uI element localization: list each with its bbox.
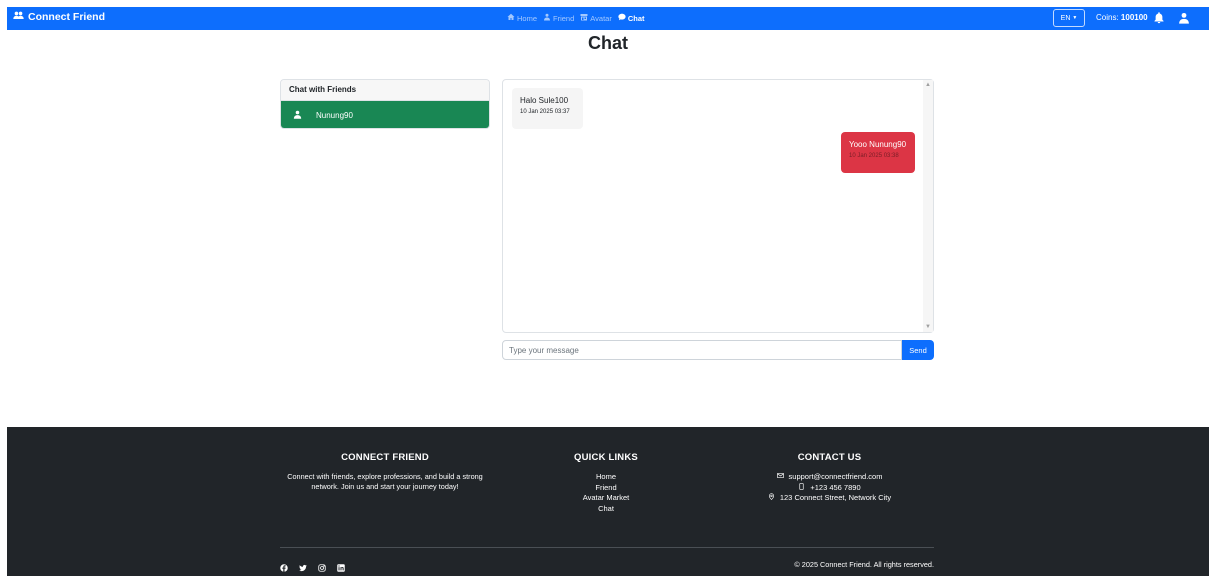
footer-about: CONNECT FRIEND Connect with friends, exp… <box>280 452 490 492</box>
linkedin-icon[interactable] <box>337 559 345 576</box>
nav-chat[interactable]: Chat <box>618 13 645 23</box>
footer-link-friend[interactable]: Friend <box>555 483 657 494</box>
coins-label: Coins: <box>1096 13 1119 22</box>
nav-friend-label: Friend <box>553 13 575 23</box>
nav-friend[interactable]: Friend <box>543 13 574 23</box>
store-icon <box>580 13 588 23</box>
phone-icon <box>798 482 805 494</box>
people-icon <box>13 10 24 24</box>
language-value: EN <box>1060 14 1071 22</box>
footer-contact-title: CONTACT US <box>797 452 862 463</box>
footer: CONNECT FRIEND Connect with friends, exp… <box>7 427 1209 576</box>
footer-divider <box>280 547 934 548</box>
person-icon <box>543 13 551 23</box>
nav-home[interactable]: Home <box>507 13 537 23</box>
footer-quick-links: QUICK LINKS Home Friend Avatar Market Ch… <box>555 452 657 514</box>
message-time: 10 Jan 2025 03:37 <box>520 109 570 115</box>
friend-name: Nunung90 <box>316 110 353 120</box>
footer-about-text: Connect with friends, explore profession… <box>287 472 483 491</box>
contact-address-text: 123 Connect Street, Network City <box>779 493 892 502</box>
envelope-icon <box>776 472 784 483</box>
nav-links: Home Friend Avatar Chat <box>507 13 645 23</box>
friends-header: Chat with Friends <box>281 80 489 101</box>
message-outgoing: Yooo Nunung90 10 Jan 2025 03:38 <box>841 132 915 173</box>
chat-bubble-icon <box>618 13 626 23</box>
friend-item-nunung90[interactable]: Nunung90 <box>281 101 489 128</box>
page: Connect Friend Home Friend Avatar Chat E… <box>7 0 1209 576</box>
footer-link-avatar-market[interactable]: Avatar Market <box>555 493 657 504</box>
bell-icon[interactable] <box>1153 11 1165 24</box>
footer-link-chat[interactable]: Chat <box>555 504 657 515</box>
message-text: Halo Sule100 <box>520 96 569 105</box>
contact-phone-text: +123 456 7890 <box>810 482 861 492</box>
navbar: Connect Friend Home Friend Avatar Chat E… <box>7 7 1209 30</box>
footer-link-home[interactable]: Home <box>555 472 657 483</box>
nav-avatar[interactable]: Avatar <box>580 13 612 23</box>
home-icon <box>507 13 515 23</box>
chat-scrollbar[interactable]: ▲ ▼ <box>923 80 933 332</box>
brand-link[interactable]: Connect Friend <box>13 10 105 24</box>
social-links <box>280 559 345 576</box>
brand-name: Connect Friend <box>28 11 106 23</box>
contact-email: support@connectfriend.com <box>732 472 927 483</box>
coins-display: Coins: 100100 <box>1096 13 1148 22</box>
nav-home-label: Home <box>517 13 538 23</box>
contact-phone: +123 456 7890 <box>732 483 927 494</box>
send-button[interactable]: Send <box>902 340 934 360</box>
chat-messages[interactable]: Halo Sule100 10 Jan 2025 03:37 Yooo Nunu… <box>502 79 934 333</box>
scroll-down-icon[interactable]: ▼ <box>925 324 931 330</box>
language-select[interactable]: EN ▼ <box>1053 9 1085 27</box>
copyright-text: © 2025 Connect Friend. All rights reserv… <box>794 560 934 569</box>
message-text: Yooo Nunung90 <box>849 140 907 149</box>
message-input[interactable] <box>502 340 902 360</box>
page-title: Chat <box>588 33 628 53</box>
contact-address: 123 Connect Street, Network City <box>732 493 927 504</box>
twitter-icon[interactable] <box>299 559 307 576</box>
location-pin-icon <box>768 493 775 504</box>
message-incoming: Halo Sule100 10 Jan 2025 03:37 <box>512 88 583 129</box>
footer-about-title: CONNECT FRIEND <box>341 452 429 463</box>
person-icon <box>293 110 302 121</box>
message-time: 10 Jan 2025 03:38 <box>849 153 899 159</box>
nav-avatar-label: Avatar <box>590 13 612 23</box>
coins-value: 100100 <box>1120 13 1148 22</box>
user-profile-icon[interactable] <box>1178 11 1190 24</box>
footer-links-title: QUICK LINKS <box>574 452 638 463</box>
facebook-icon[interactable] <box>280 559 288 576</box>
contact-email-text: support@connectfriend.com <box>788 472 883 481</box>
message-composer: Send <box>502 340 934 360</box>
chevron-down-icon: ▼ <box>1072 15 1078 21</box>
scroll-up-icon[interactable]: ▲ <box>925 82 931 88</box>
friends-panel: Chat with Friends Nunung90 <box>280 79 490 129</box>
footer-contact: CONTACT US support@connectfriend.com +12… <box>732 452 927 504</box>
instagram-icon[interactable] <box>318 559 326 576</box>
nav-chat-label: Chat <box>627 13 645 23</box>
